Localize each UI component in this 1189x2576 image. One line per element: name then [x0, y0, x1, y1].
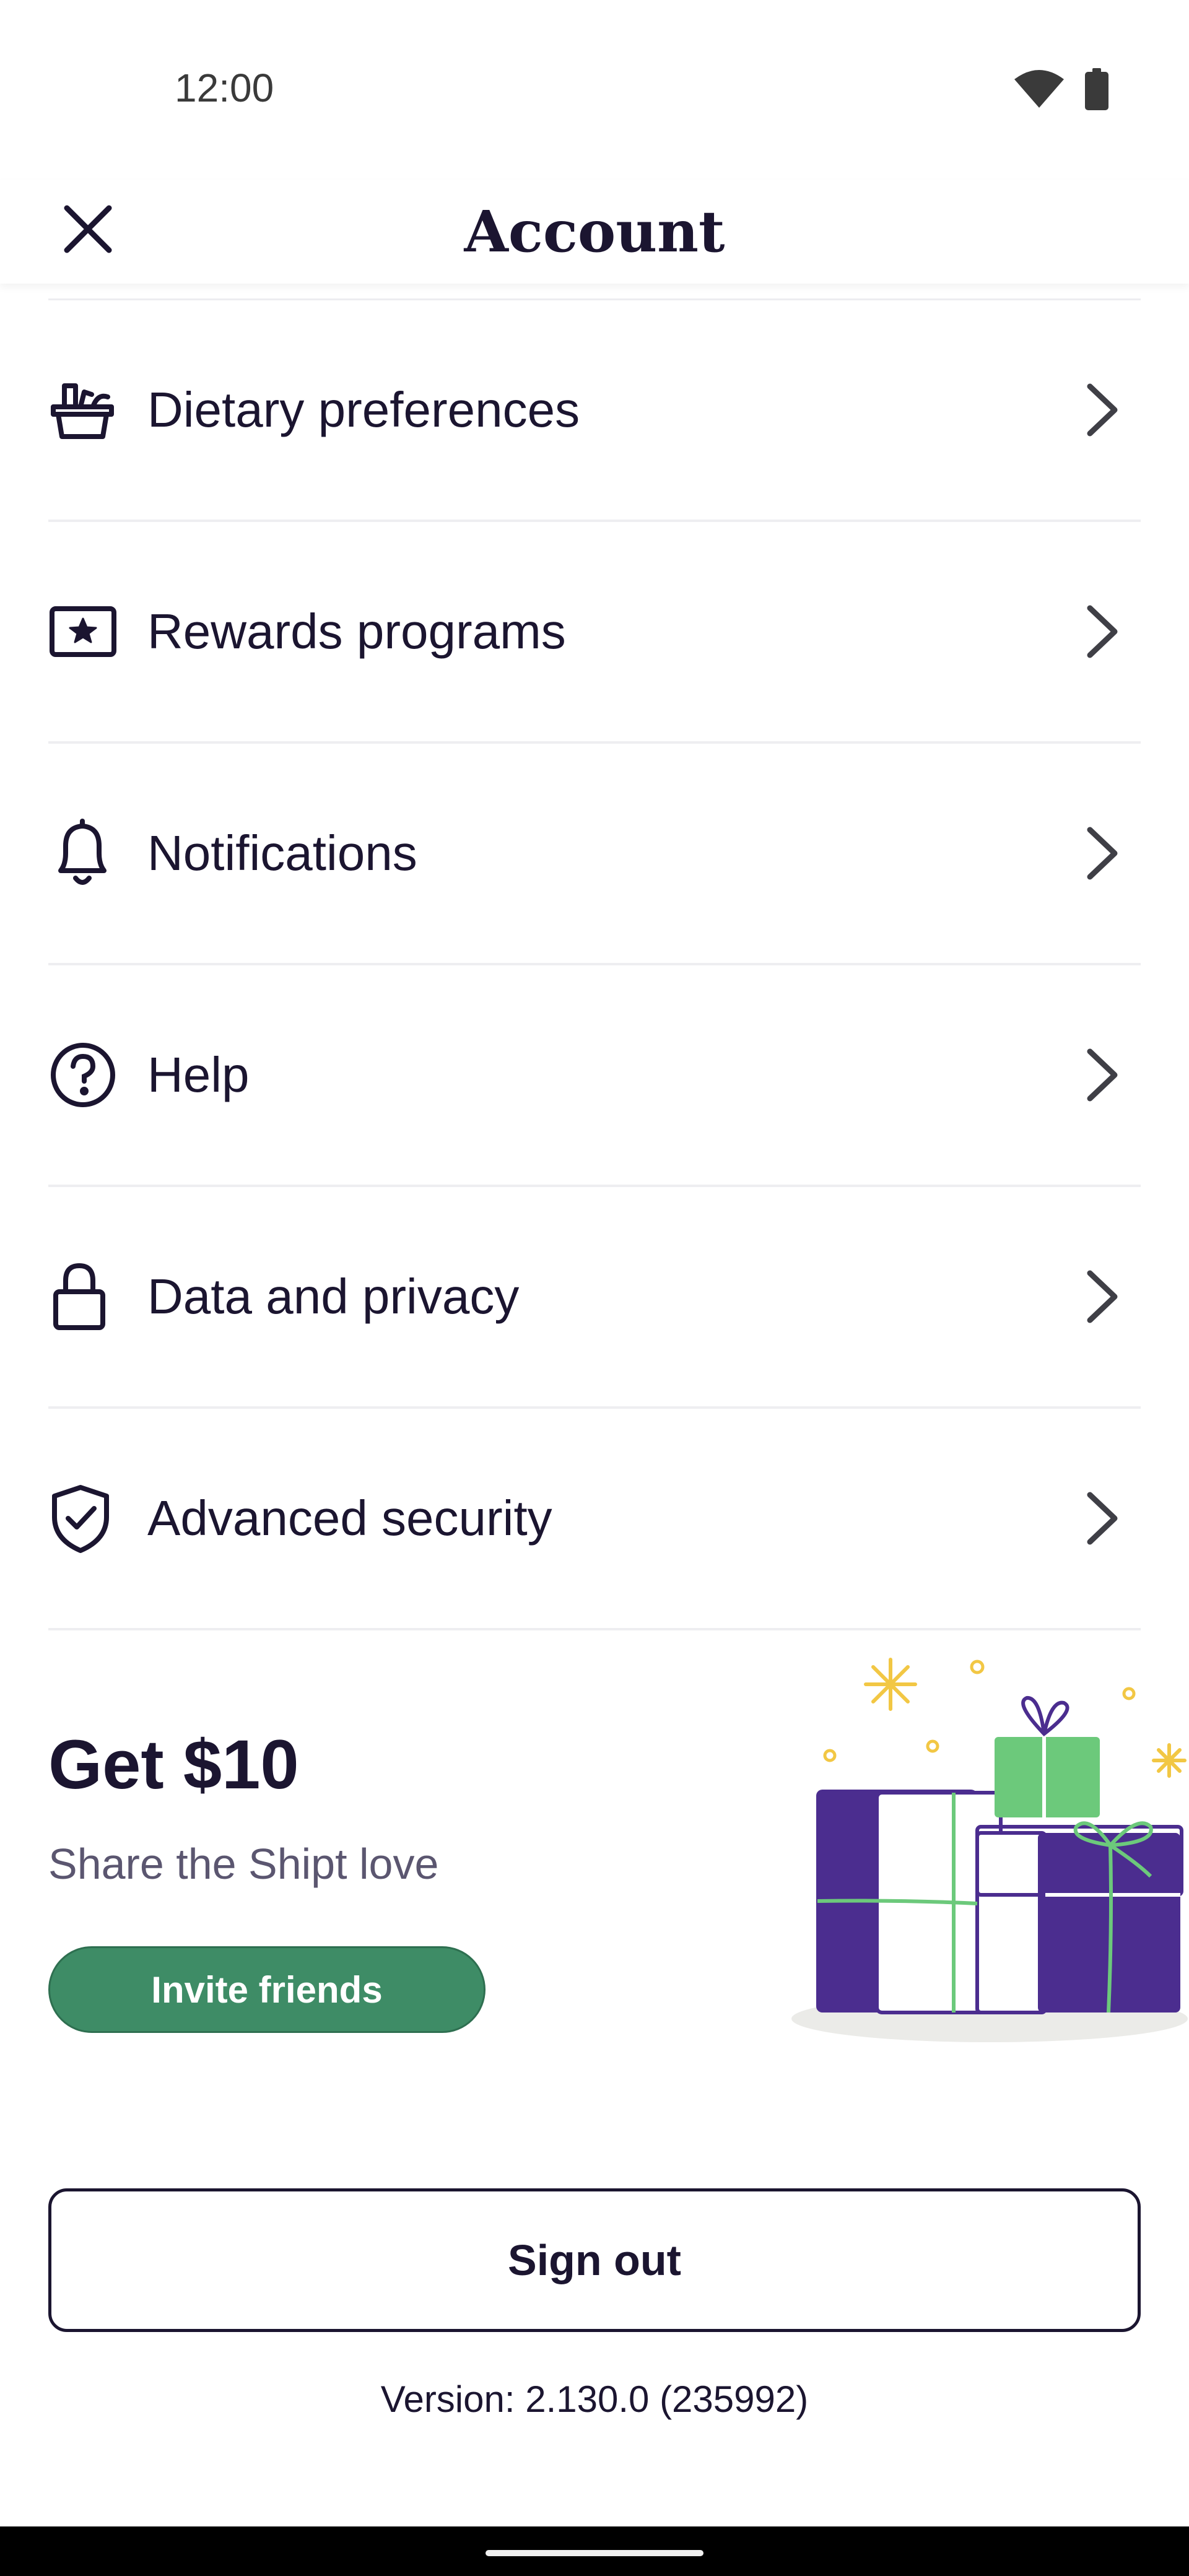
page-title: Account: [464, 198, 725, 265]
menu-item-notifications[interactable]: Notifications: [48, 744, 1141, 965]
chevron-right-icon: [1078, 379, 1127, 441]
status-icons: [1014, 68, 1108, 113]
menu-item-help[interactable]: Help: [48, 965, 1141, 1187]
menu-item-advanced-security[interactable]: Advanced security: [48, 1409, 1141, 1630]
menu-item-dietary-preferences[interactable]: Dietary preferences: [48, 300, 1141, 522]
promo-title: Get $10: [48, 1726, 299, 1803]
menu-item-data-and-privacy[interactable]: Data and privacy: [48, 1187, 1141, 1409]
chevron-right-icon: [1078, 1266, 1127, 1328]
menu-item-rewards-programs[interactable]: Rewards programs: [48, 522, 1141, 744]
chevron-right-icon: [1078, 1044, 1127, 1106]
chevron-right-icon: [1078, 601, 1127, 663]
sign-out-button[interactable]: Sign out: [48, 2188, 1141, 2332]
chevron-right-icon: [1078, 1487, 1127, 1549]
menu-item-label: Dietary preferences: [147, 382, 580, 437]
menu-item-label: Data and privacy: [147, 1269, 520, 1324]
basket-icon: [48, 373, 123, 447]
rewards-card-icon: [48, 594, 123, 669]
invite-friends-button[interactable]: Invite friends: [48, 1946, 486, 2033]
app-version: Version: 2.130.0 (235992): [380, 2378, 809, 2420]
lock-icon: [48, 1260, 123, 1334]
chevron-right-icon: [1078, 822, 1127, 884]
help-icon: [48, 1038, 123, 1112]
status-bar: 12:00: [0, 0, 1189, 180]
menu-item-label: Notifications: [147, 825, 417, 881]
promo-subtitle: Share the Shipt love: [48, 1840, 439, 1888]
wifi-icon: [1014, 69, 1064, 112]
menu-item-label: Advanced security: [147, 1490, 552, 1546]
account-menu-list: Dietary preferences Rewards programs Not…: [48, 300, 1141, 1630]
home-gesture-handle[interactable]: [486, 2550, 703, 2556]
app-header: Account: [0, 180, 1189, 284]
battery-icon: [1085, 68, 1108, 113]
status-time: 12:00: [175, 66, 274, 110]
menu-item-label: Rewards programs: [147, 604, 566, 659]
shield-check-icon: [48, 1481, 123, 1556]
menu-item-label: Help: [147, 1047, 250, 1102]
bell-icon: [48, 816, 123, 890]
gift-boxes-illustration: [742, 1641, 1189, 2050]
referral-promo: Get $10 Share the Shipt love Invite frie…: [48, 1641, 1188, 2050]
